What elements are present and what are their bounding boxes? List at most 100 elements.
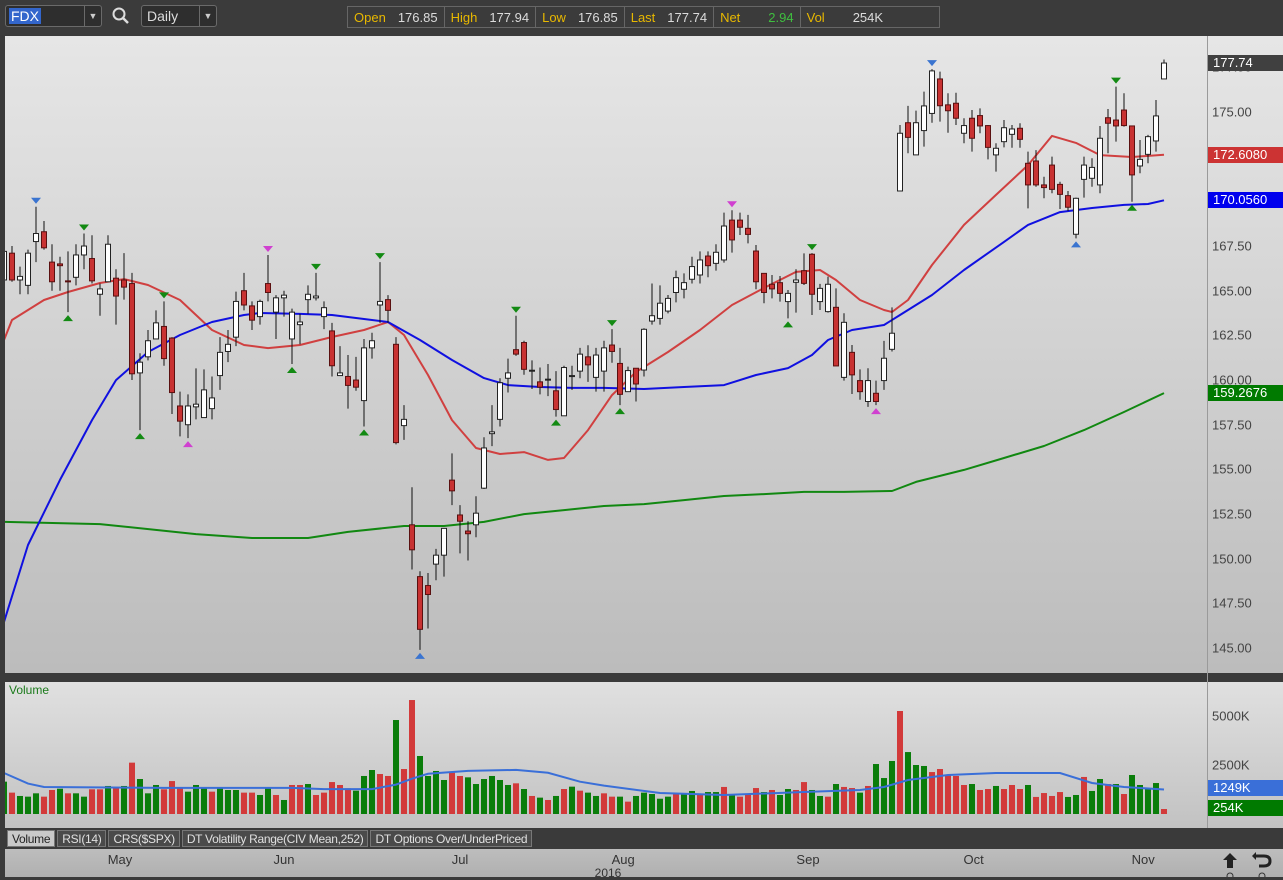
candle: [265, 254, 271, 302]
price-tick-label: 175.00: [1212, 104, 1252, 120]
candle: [89, 235, 95, 284]
candle: [297, 313, 303, 345]
volume-bar: [329, 782, 335, 814]
candle: [217, 337, 223, 390]
candle: [273, 295, 279, 339]
volume-bar: [521, 789, 527, 814]
candle: [401, 405, 407, 440]
volume-bar: [225, 789, 231, 814]
chart-canvas: [5, 59, 1167, 814]
candle-body-down: [161, 325, 167, 360]
candle: [745, 214, 751, 244]
volume-bar: [265, 787, 271, 814]
candle-body-up: [321, 307, 327, 318]
volume-bar: [537, 797, 543, 814]
volume-bar: [721, 786, 727, 814]
swing-high-marker-icon: [927, 60, 937, 67]
price-tick-label: 150.00: [1212, 551, 1252, 567]
candle: [49, 244, 55, 291]
time-axis[interactable]: [5, 849, 1283, 877]
candle-body-up: [601, 347, 607, 372]
candle-body-down: [1113, 119, 1119, 127]
candle-body-down: [345, 375, 351, 386]
candle: [1145, 134, 1151, 164]
candle: [953, 92, 959, 126]
candle-body-up: [97, 288, 103, 295]
swing-high-marker-icon: [375, 253, 385, 260]
candle-body-down: [937, 78, 943, 107]
candle: [545, 363, 551, 397]
candle-body-down: [393, 343, 399, 444]
candle: [881, 340, 887, 390]
candle: [537, 367, 543, 395]
tab-crs[interactable]: CRS($SPX): [108, 830, 180, 847]
candle-body-up: [593, 354, 599, 378]
volume-bar: [969, 784, 975, 814]
candle: [369, 332, 375, 359]
candle: [1017, 123, 1023, 148]
candle-body-down: [553, 390, 559, 411]
candle-body-down: [857, 380, 863, 393]
volume-bar: [913, 765, 919, 814]
tab-options-priced[interactable]: DT Options Over/UnderPriced: [370, 830, 533, 847]
candle-body-up: [1089, 166, 1095, 179]
ma-long-label: 159.2676: [1208, 385, 1283, 402]
candle-body-down: [1065, 195, 1071, 208]
candle: [145, 330, 151, 361]
candle: [673, 270, 679, 303]
ma-layer: [5, 134, 1165, 623]
volume-bar: [185, 791, 191, 814]
candle: [1049, 156, 1055, 194]
volume-bar: [177, 787, 183, 814]
volume-bar: [945, 774, 951, 814]
tab-volume[interactable]: Volume: [7, 830, 56, 847]
candle: [665, 294, 671, 314]
candle: [1081, 156, 1087, 198]
volume-bar: [833, 784, 839, 814]
candle-body-up: [297, 321, 303, 326]
volume-bar: [953, 775, 959, 814]
volume-bar: [729, 794, 735, 814]
candle: [225, 330, 231, 363]
candle: [1001, 120, 1007, 148]
candle: [105, 235, 111, 283]
candle: [481, 437, 487, 490]
candle: [857, 369, 863, 400]
tab-rsi[interactable]: RSI(14): [57, 830, 107, 847]
candle: [193, 368, 199, 420]
month-label: Jul: [451, 852, 469, 867]
candle: [241, 272, 247, 311]
home-icon[interactable]: [1223, 853, 1237, 877]
price-tick-label: 162.50: [1212, 327, 1252, 343]
candle-body-down: [449, 479, 455, 492]
swing-low-marker-icon: [871, 408, 881, 415]
candle: [705, 251, 711, 278]
volume-bar: [313, 794, 319, 814]
candle-body-down: [353, 379, 359, 388]
candle: [1073, 197, 1079, 239]
volume-bar: [753, 788, 759, 814]
candle: [201, 369, 207, 419]
candle-body-up: [889, 332, 895, 350]
candle-body-down: [753, 250, 759, 283]
candle: [849, 345, 855, 394]
volume-bar: [681, 793, 687, 814]
candle: [465, 521, 471, 561]
candle: [185, 394, 191, 439]
candle-body-down: [969, 117, 975, 139]
volume-bar: [417, 755, 423, 814]
candle: [833, 288, 839, 367]
candle: [817, 283, 823, 310]
candle-body-up: [441, 527, 447, 556]
tab-volatility-range[interactable]: DT Volatility Range(CIV Mean,252): [181, 830, 369, 847]
volume-bar: [241, 792, 247, 814]
candle-body-up: [1097, 137, 1103, 186]
volume-bar: [921, 765, 927, 814]
candle-body-down: [1129, 125, 1135, 176]
candle: [657, 285, 663, 325]
candle: [1065, 190, 1071, 211]
candle: [929, 69, 935, 123]
undo-icon[interactable]: [1252, 852, 1272, 877]
candle-body-up: [369, 340, 375, 349]
candle-body-down: [905, 122, 911, 138]
